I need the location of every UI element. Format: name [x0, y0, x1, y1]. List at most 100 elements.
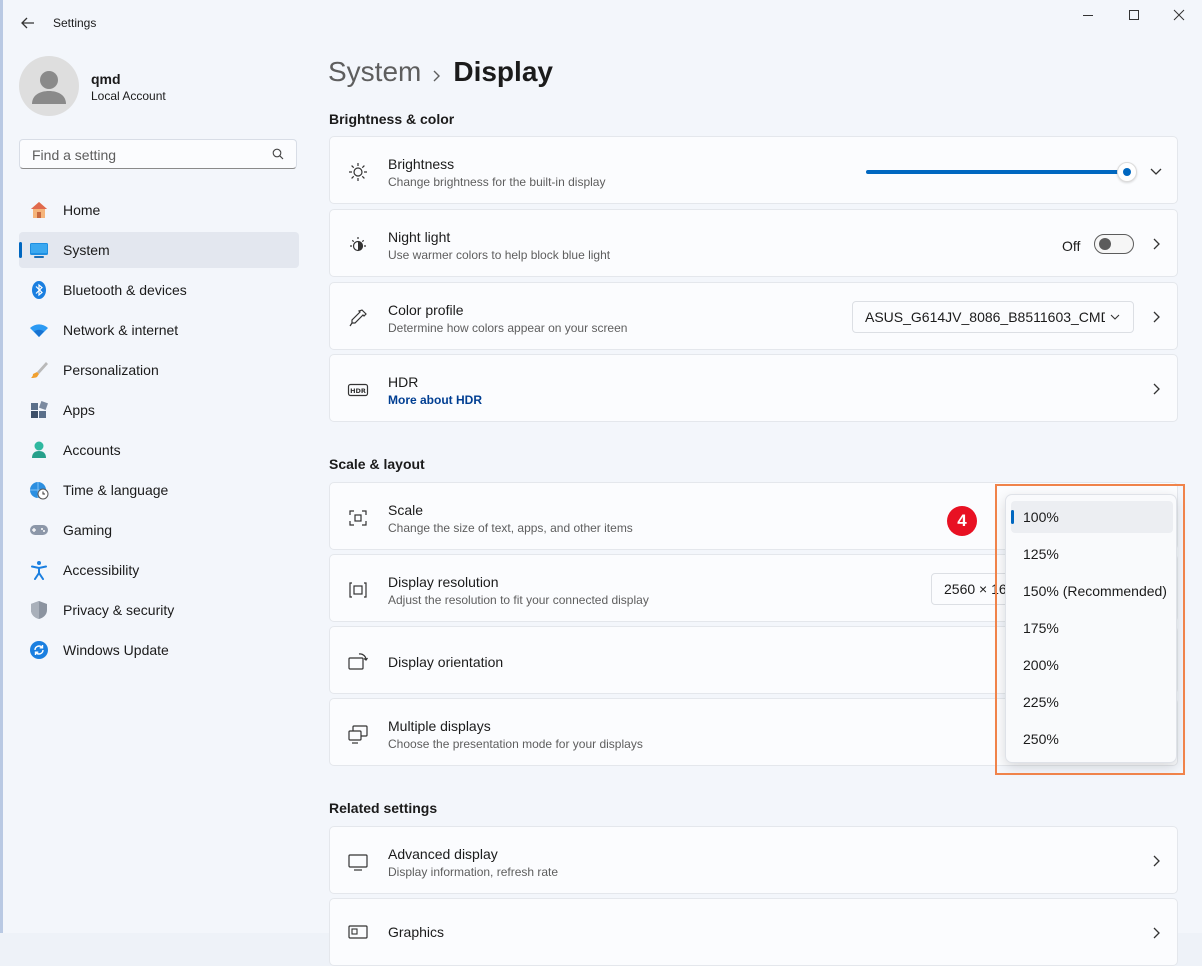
brightness-slider[interactable]	[866, 162, 1137, 182]
eyedropper-icon	[349, 309, 367, 327]
minimize-icon	[1083, 15, 1093, 16]
graphics-card[interactable]: Graphics	[329, 898, 1178, 966]
color-profile-subtitle: Determine how colors appear on your scre…	[388, 321, 628, 335]
scale-subtitle: Change the size of text, apps, and other…	[388, 521, 633, 535]
advanced-display-title: Advanced display	[388, 846, 498, 862]
account-type: Local Account	[91, 89, 166, 103]
system-icon	[30, 243, 48, 258]
sidebar-item-accounts[interactable]: Accounts	[19, 432, 299, 468]
chevron-right-icon[interactable]	[1149, 926, 1163, 940]
sidebar-item-privacy-security[interactable]: Privacy & security	[19, 592, 299, 628]
title-bar: Settings	[3, 0, 1202, 44]
brightness-icon	[349, 163, 367, 181]
chevron-right-icon[interactable]	[1149, 382, 1163, 396]
user-name: qmd	[91, 71, 121, 87]
sidebar-item-time-language[interactable]: Time & language	[19, 472, 299, 508]
wifi-icon	[30, 324, 48, 337]
resolution-icon	[349, 582, 367, 598]
maximize-icon	[1129, 10, 1139, 20]
search-icon	[272, 148, 284, 160]
color-profile-value: ASUS_G614JV_8086_B8511603_CMDEF	[865, 309, 1105, 325]
brush-icon	[31, 362, 48, 378]
chevron-right-icon[interactable]	[1149, 854, 1163, 868]
sidebar-item-network[interactable]: Network & internet	[19, 312, 299, 348]
sidebar-item-personalization[interactable]: Personalization	[19, 352, 299, 388]
shield-icon	[31, 601, 47, 619]
sidebar-item-accessibility[interactable]: Accessibility	[19, 552, 299, 588]
graphics-title: Graphics	[388, 924, 445, 940]
breadcrumb-parent[interactable]: System	[328, 56, 421, 87]
minimize-button[interactable]	[1065, 0, 1111, 30]
close-button[interactable]	[1156, 0, 1202, 30]
gamepad-icon	[30, 525, 48, 535]
svg-text:HDR: HDR	[350, 387, 366, 395]
app-title: Settings	[53, 16, 97, 30]
back-arrow-icon	[21, 17, 34, 29]
multiple-displays-title: Multiple displays	[388, 718, 491, 734]
multiple-displays-subtitle: Choose the presentation mode for your di…	[388, 737, 643, 751]
section-related-settings: Related settings	[329, 800, 438, 816]
brightness-slider-track[interactable]	[866, 170, 1128, 174]
hdr-learn-more-link[interactable]: More about HDR	[388, 393, 482, 407]
sidebar-item-system[interactable]: System	[19, 232, 299, 268]
globe-clock-icon	[30, 482, 49, 500]
search-box[interactable]	[19, 139, 297, 169]
scale-title: Scale	[388, 502, 424, 518]
update-icon	[30, 641, 48, 659]
person-avatar-icon	[32, 71, 66, 104]
graphics-icon	[348, 925, 368, 939]
night-light-state: Off	[1062, 238, 1081, 254]
color-profile-title: Color profile	[388, 302, 464, 318]
page-title: Display	[453, 56, 553, 87]
color-profile-select[interactable]: ASUS_G614JV_8086_B8511603_CMDEF	[852, 301, 1134, 333]
night-light-subtitle: Use warmer colors to help block blue lig…	[388, 248, 611, 262]
step-badge: 4	[947, 506, 977, 536]
monitor-icon	[348, 854, 368, 871]
section-brightness-color: Brightness & color	[329, 111, 455, 127]
color-profile-card[interactable]: Color profile Determine how colors appea…	[329, 282, 1178, 350]
person-icon	[32, 441, 46, 458]
breadcrumb-separator-icon	[431, 58, 443, 90]
hdr-card[interactable]: HDR HDR More about HDR	[329, 354, 1178, 422]
brightness-title: Brightness	[388, 156, 455, 172]
night-light-title: Night light	[388, 229, 451, 245]
hdr-title: HDR	[388, 374, 419, 390]
sidebar-item-windows-update[interactable]: Windows Update	[19, 632, 299, 668]
chevron-down-icon[interactable]	[1149, 164, 1163, 178]
breadcrumb: System Display	[328, 56, 553, 92]
sidebar-item-home[interactable]: Home	[19, 192, 299, 228]
night-light-toggle[interactable]	[1094, 234, 1134, 254]
hdr-icon: HDR	[347, 383, 369, 397]
close-icon	[1173, 9, 1185, 21]
back-button[interactable]	[17, 12, 39, 34]
home-icon	[31, 202, 47, 218]
display-resolution-subtitle: Adjust the resolution to fit your connec…	[388, 593, 649, 607]
display-orientation-title: Display orientation	[388, 654, 504, 670]
scale-icon	[349, 510, 367, 526]
search-input[interactable]	[30, 146, 264, 164]
chevron-right-icon[interactable]	[1149, 310, 1163, 324]
brightness-card[interactable]: Brightness Change brightness for the bui…	[329, 136, 1178, 204]
sidebar-nav: Home System Bluetooth & devices Network …	[19, 192, 299, 672]
maximize-button[interactable]	[1111, 0, 1157, 30]
sidebar-item-apps[interactable]: Apps	[19, 392, 299, 428]
settings-window: Settings qmd Local Account Home System B…	[3, 0, 1202, 966]
advanced-display-card[interactable]: Advanced display Display information, re…	[329, 826, 1178, 894]
sidebar-item-bluetooth[interactable]: Bluetooth & devices	[19, 272, 299, 308]
display-resolution-title: Display resolution	[388, 574, 499, 590]
bluetooth-icon	[32, 281, 46, 299]
sidebar-item-gaming[interactable]: Gaming	[19, 512, 299, 548]
brightness-slider-thumb[interactable]	[1117, 162, 1137, 182]
highlight-box	[995, 484, 1185, 775]
apps-icon	[31, 401, 48, 418]
night-light-card[interactable]: Night light Use warmer colors to help bl…	[329, 209, 1178, 277]
brightness-subtitle: Change brightness for the built-in displ…	[388, 175, 606, 189]
night-light-icon	[350, 237, 366, 252]
section-scale-layout: Scale & layout	[329, 456, 425, 472]
chevron-down-icon	[1110, 314, 1120, 320]
advanced-display-subtitle: Display information, refresh rate	[388, 865, 559, 879]
avatar[interactable]	[19, 56, 79, 116]
multiple-displays-icon	[348, 725, 368, 744]
orientation-icon	[348, 653, 368, 670]
chevron-right-icon[interactable]	[1149, 237, 1163, 251]
